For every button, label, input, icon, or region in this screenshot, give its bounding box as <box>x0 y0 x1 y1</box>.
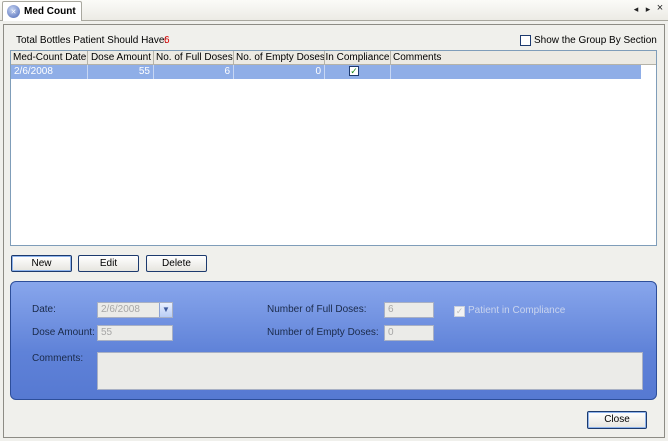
column-header-empty-doses[interactable]: No. of Empty Doses <box>234 51 325 65</box>
cell-comments <box>391 65 641 79</box>
total-bottles-value: 6 <box>164 35 170 46</box>
cell-dose-amount: 55 <box>88 65 154 79</box>
comments-label: Comments: <box>32 353 84 364</box>
full-doses-label: Number of Full Doses: <box>267 304 367 315</box>
empty-doses-label: Number of Empty Doses: <box>267 327 379 338</box>
cell-full-doses: 6 <box>154 65 234 79</box>
compliance-check-icon[interactable]: ✓ <box>349 66 359 76</box>
details-panel: Date: 2/6/2008 ▼ Dose Amount: 55 Comment… <box>10 281 657 400</box>
date-label: Date: <box>32 304 56 315</box>
close-tab-icon[interactable]: × <box>655 2 665 14</box>
new-button[interactable]: New <box>11 255 72 272</box>
patient-compliance-label: Patient in Compliance <box>468 305 566 316</box>
date-picker[interactable]: 2/6/2008 ▼ <box>97 302 173 318</box>
column-header-full-doses[interactable]: No. of Full Doses <box>154 51 234 65</box>
column-header-date[interactable]: Med-Count Date <box>11 51 88 65</box>
grid-header: Med-Count Date Dose Amount No. of Full D… <box>11 51 656 65</box>
scroll-right-icon[interactable]: ▸ <box>643 4 653 15</box>
empty-doses-field[interactable]: 0 <box>384 325 434 341</box>
tab-med-count[interactable]: ✕ Med Count <box>2 1 82 21</box>
column-header-in-compliance[interactable]: In Compliance <box>325 51 391 65</box>
close-button[interactable]: Close <box>587 411 647 429</box>
edit-button[interactable]: Edit <box>78 255 139 272</box>
full-doses-field[interactable]: 6 <box>384 302 434 318</box>
cell-date: 2/6/2008 <box>11 65 88 79</box>
column-header-comments[interactable]: Comments <box>391 51 641 65</box>
table-row[interactable]: 2/6/2008 55 6 0 ✓ <box>11 65 641 79</box>
scroll-left-icon[interactable]: ◂ <box>631 4 641 15</box>
cell-empty-doses: 0 <box>234 65 325 79</box>
total-bottles-label: Total Bottles Patient Should Have: <box>16 35 168 46</box>
group-by-checkbox[interactable] <box>520 35 531 46</box>
column-header-dose-amount[interactable]: Dose Amount <box>88 51 154 65</box>
dose-amount-field[interactable]: 55 <box>97 325 173 341</box>
tab-title: Med Count <box>24 6 76 17</box>
med-count-grid[interactable]: Med-Count Date Dose Amount No. of Full D… <box>10 50 657 246</box>
date-value: 2/6/2008 <box>101 304 140 315</box>
dose-amount-label: Dose Amount: <box>32 327 95 338</box>
delete-button[interactable]: Delete <box>146 255 207 272</box>
chevron-down-icon[interactable]: ▼ <box>159 303 172 317</box>
patient-compliance-checkbox[interactable]: ✓ <box>454 306 465 317</box>
tab-strip: ✕ Med Count ◂ ▸ × <box>0 0 668 21</box>
cell-in-compliance: ✓ <box>325 65 391 79</box>
app-logo-icon: ✕ <box>7 5 20 18</box>
group-by-label[interactable]: Show the Group By Section <box>534 35 657 46</box>
comments-field[interactable] <box>97 352 643 390</box>
